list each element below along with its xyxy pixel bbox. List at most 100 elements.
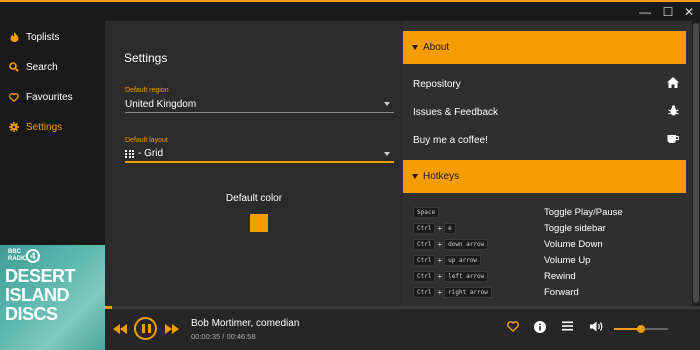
menu-icon <box>562 321 573 331</box>
about-header-label: About <box>423 42 450 53</box>
hotkey-row: Ctrl + down arrow Volume Down <box>413 237 683 251</box>
link-label: Buy me a coffee! <box>413 134 488 146</box>
buy-coffee-link[interactable]: Buy me a coffee! <box>413 130 680 150</box>
key-cap: Ctrl <box>413 222 436 234</box>
info-panel-scrollbar[interactable] <box>692 21 700 306</box>
radio4-logo: 4 <box>26 249 40 263</box>
plus-sign: + <box>437 271 443 281</box>
chevron-down-icon <box>384 102 390 106</box>
plus-sign: + <box>437 223 443 233</box>
caret-down-icon <box>412 174 418 179</box>
key-cap: Ctrl <box>413 254 436 266</box>
key-cap: left arrow <box>444 270 489 282</box>
volume-icon <box>590 321 603 332</box>
album-art-title: DESERT ISLAND DISCS <box>5 266 76 324</box>
issues-feedback-link[interactable]: Issues & Feedback <box>413 102 679 122</box>
progress-fill <box>105 306 113 309</box>
key-cap: Ctrl <box>413 286 436 298</box>
menu-button[interactable] <box>562 321 573 333</box>
maximize-button[interactable]: ☐ <box>659 3 677 21</box>
progress-track[interactable] <box>105 306 700 309</box>
forward-icon <box>165 324 179 334</box>
page-title: Settings <box>124 51 168 65</box>
caret-down-icon <box>412 45 418 50</box>
search-icon <box>9 62 19 72</box>
hotkey-row: Ctrl + up arrow Volume Up <box>413 253 683 267</box>
gear-icon <box>9 122 19 132</box>
window-titlebar: — ☐ ✕ <box>0 0 700 21</box>
sidebar-item-label: Toplists <box>26 31 60 43</box>
minimize-button[interactable]: — <box>636 3 654 21</box>
hotkey-action: Volume Up <box>544 254 591 266</box>
hotkey-action: Volume Down <box>544 238 603 250</box>
plus-sign: + <box>437 287 443 297</box>
volume-knob[interactable] <box>637 325 645 333</box>
track-time: 00:00:35 / 00:46:58 <box>191 332 256 341</box>
rewind-button[interactable] <box>113 321 127 339</box>
heart-icon <box>507 321 519 332</box>
key-cap: Space <box>413 206 440 218</box>
key-cap: up arrow <box>444 254 482 266</box>
hotkeys-header-label: Hotkeys <box>423 171 460 182</box>
region-select[interactable]: United Kingdom <box>125 96 394 113</box>
home-icon <box>667 77 679 91</box>
hotkey-row: Space Toggle Play/Pause <box>413 205 683 219</box>
sidebar-item-label: Settings <box>26 121 63 133</box>
sidebar-item-settings[interactable]: Settings <box>0 114 105 140</box>
key-cap: e <box>444 222 456 234</box>
default-color-swatch[interactable] <box>250 214 268 232</box>
chevron-down-icon <box>384 152 390 156</box>
bbc-logo: BBC RADIO <box>8 249 28 262</box>
info-panel: About Repository Issues & Feedback Buy m… <box>403 21 692 306</box>
plus-sign: + <box>437 239 443 249</box>
pause-icon <box>142 324 145 333</box>
info-icon <box>534 321 546 333</box>
app-window: — ☐ ✕ Toplists Search Favourites Setting… <box>0 0 700 350</box>
default-color-label: Default color <box>225 193 283 204</box>
player-bar: Bob Mortimer, comedian 00:00:35 / 00:46:… <box>105 306 700 350</box>
heart-icon <box>9 92 19 102</box>
pause-icon <box>148 324 151 333</box>
about-header[interactable]: About <box>403 31 686 64</box>
hotkeys-header[interactable]: Hotkeys <box>403 160 686 193</box>
hotkey-row: Ctrl + right arrow Forward <box>413 285 683 299</box>
sidebar-item-label: Search <box>26 61 58 73</box>
key-cap: down arrow <box>444 238 489 250</box>
sidebar-item-toplists[interactable]: Toplists <box>0 24 105 50</box>
info-button[interactable] <box>534 321 546 335</box>
close-button[interactable]: ✕ <box>680 3 698 21</box>
hotkey-action: Toggle Play/Pause <box>544 206 623 218</box>
flame-icon <box>9 32 19 42</box>
link-label: Repository <box>413 78 461 90</box>
volume-slider[interactable] <box>614 325 668 333</box>
key-cap: Ctrl <box>413 270 436 282</box>
volume-button[interactable] <box>590 321 604 334</box>
bug-icon <box>668 105 679 119</box>
region-label: Default region <box>125 87 169 94</box>
link-label: Issues & Feedback <box>413 106 499 118</box>
coffee-icon <box>667 134 680 147</box>
forward-button[interactable] <box>165 321 179 339</box>
plus-sign: + <box>437 255 443 265</box>
sidebar-item-favourites[interactable]: Favourites <box>0 84 105 110</box>
region-value: United Kingdom <box>125 98 197 110</box>
layout-value: - Grid <box>138 148 163 159</box>
settings-panel: Settings Default region United Kingdom D… <box>105 21 403 306</box>
hotkey-action: Forward <box>544 286 579 298</box>
rewind-icon <box>113 324 127 334</box>
hotkey-row: Ctrl + e Toggle sidebar <box>413 221 683 235</box>
sidebar-item-search[interactable]: Search <box>0 54 105 80</box>
repository-link[interactable]: Repository <box>413 74 679 94</box>
favourite-button[interactable] <box>507 321 519 334</box>
hotkey-action: Toggle sidebar <box>544 222 606 234</box>
play-pause-button[interactable] <box>134 317 157 340</box>
grid-icon <box>125 149 134 158</box>
album-art: BBC RADIO 4 DESERT ISLAND DISCS <box>0 245 105 350</box>
hotkey-row: Ctrl + left arrow Rewind <box>413 269 683 283</box>
hotkey-action: Rewind <box>544 270 576 282</box>
track-title: Bob Mortimer, comedian <box>191 318 300 329</box>
layout-label: Default layout <box>125 137 168 144</box>
key-cap: Ctrl <box>413 238 436 250</box>
scrollbar-thumb[interactable] <box>693 23 699 303</box>
layout-select[interactable]: - Grid <box>125 146 394 163</box>
